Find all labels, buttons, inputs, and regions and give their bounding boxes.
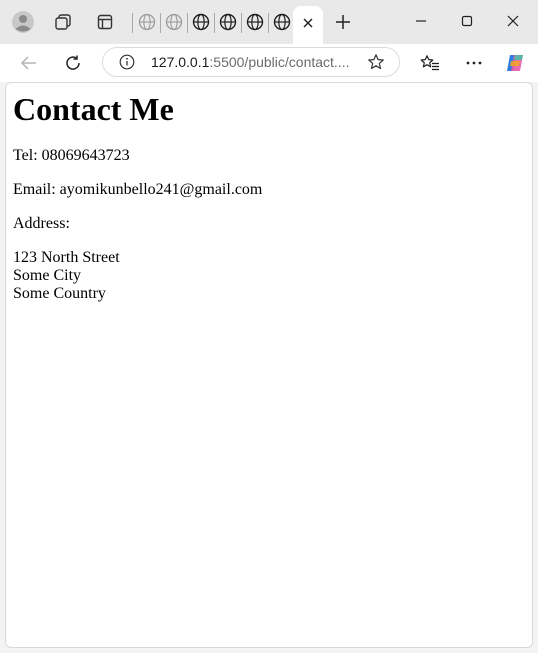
close-window-button[interactable]	[490, 6, 536, 36]
profile-button[interactable]	[9, 8, 37, 36]
tab-actions-button[interactable]	[91, 8, 119, 36]
address-line: 123 North Street	[13, 249, 120, 266]
tab-strip	[0, 0, 538, 44]
favorites-button[interactable]	[415, 48, 445, 78]
address-bar[interactable]: 127.0.0.1:5500/public/contact....	[102, 47, 400, 77]
address-block: 123 North Street Some City Some Country	[13, 249, 120, 303]
tab-separator	[160, 13, 161, 33]
browser-window: 127.0.0.1:5500/public/contact.... Contac…	[0, 0, 538, 653]
address-line: Some City	[13, 267, 82, 284]
url-host: 127.0.0.1	[151, 54, 210, 70]
workspaces-button[interactable]	[49, 8, 77, 36]
tab-separator	[214, 13, 215, 33]
reload-button[interactable]	[58, 48, 88, 78]
tab-actions-icon	[97, 14, 113, 30]
minimize-button[interactable]	[398, 6, 444, 36]
tab-separator	[241, 13, 242, 33]
tab-separator	[132, 13, 133, 33]
workspaces-icon	[55, 14, 71, 30]
tab-separator	[268, 13, 269, 33]
tab-close-button[interactable]	[299, 14, 317, 32]
email-text: Email: ayomikunbello241@gmail.com	[13, 181, 263, 198]
star-icon[interactable]	[367, 53, 385, 71]
profile-icon	[12, 11, 34, 33]
navigation-toolbar: 127.0.0.1:5500/public/contact....	[0, 44, 538, 82]
contact-page: Contact Me Tel: 08069643723 Email: ayomi…	[13, 83, 262, 302]
arrow-left-icon	[20, 56, 36, 70]
minimize-icon	[416, 20, 426, 22]
copilot-button[interactable]	[500, 48, 530, 78]
new-tab-button[interactable]	[329, 8, 357, 36]
maximize-button[interactable]	[444, 6, 490, 36]
tab-separator	[187, 13, 188, 33]
address-label: Address:	[13, 215, 70, 232]
close-icon	[303, 18, 313, 28]
plus-icon	[336, 15, 350, 29]
refresh-icon	[66, 55, 80, 70]
more-options-button[interactable]	[459, 48, 489, 78]
globe-icon[interactable]	[138, 13, 156, 31]
globe-icon[interactable]	[165, 13, 183, 31]
page-viewport: Contact Me Tel: 08069643723 Email: ayomi…	[5, 82, 533, 648]
globe-icon[interactable]	[246, 13, 264, 31]
globe-icon[interactable]	[273, 13, 291, 31]
address-line: Some Country	[13, 285, 106, 302]
favorites-icon	[420, 55, 439, 71]
close-icon	[507, 15, 519, 27]
globe-icon[interactable]	[192, 13, 210, 31]
ellipsis-icon	[466, 61, 482, 65]
page-title: Contact Me	[13, 91, 174, 127]
url-path: :5500/public/contact....	[209, 54, 350, 70]
globe-icon[interactable]	[219, 13, 237, 31]
back-button[interactable]	[14, 48, 44, 78]
maximize-icon	[461, 15, 473, 27]
info-icon[interactable]	[119, 54, 135, 70]
url-text[interactable]: 127.0.0.1:5500/public/contact....	[151, 54, 351, 70]
copilot-icon	[507, 55, 523, 71]
telephone-text: Tel: 08069643723	[13, 147, 130, 164]
